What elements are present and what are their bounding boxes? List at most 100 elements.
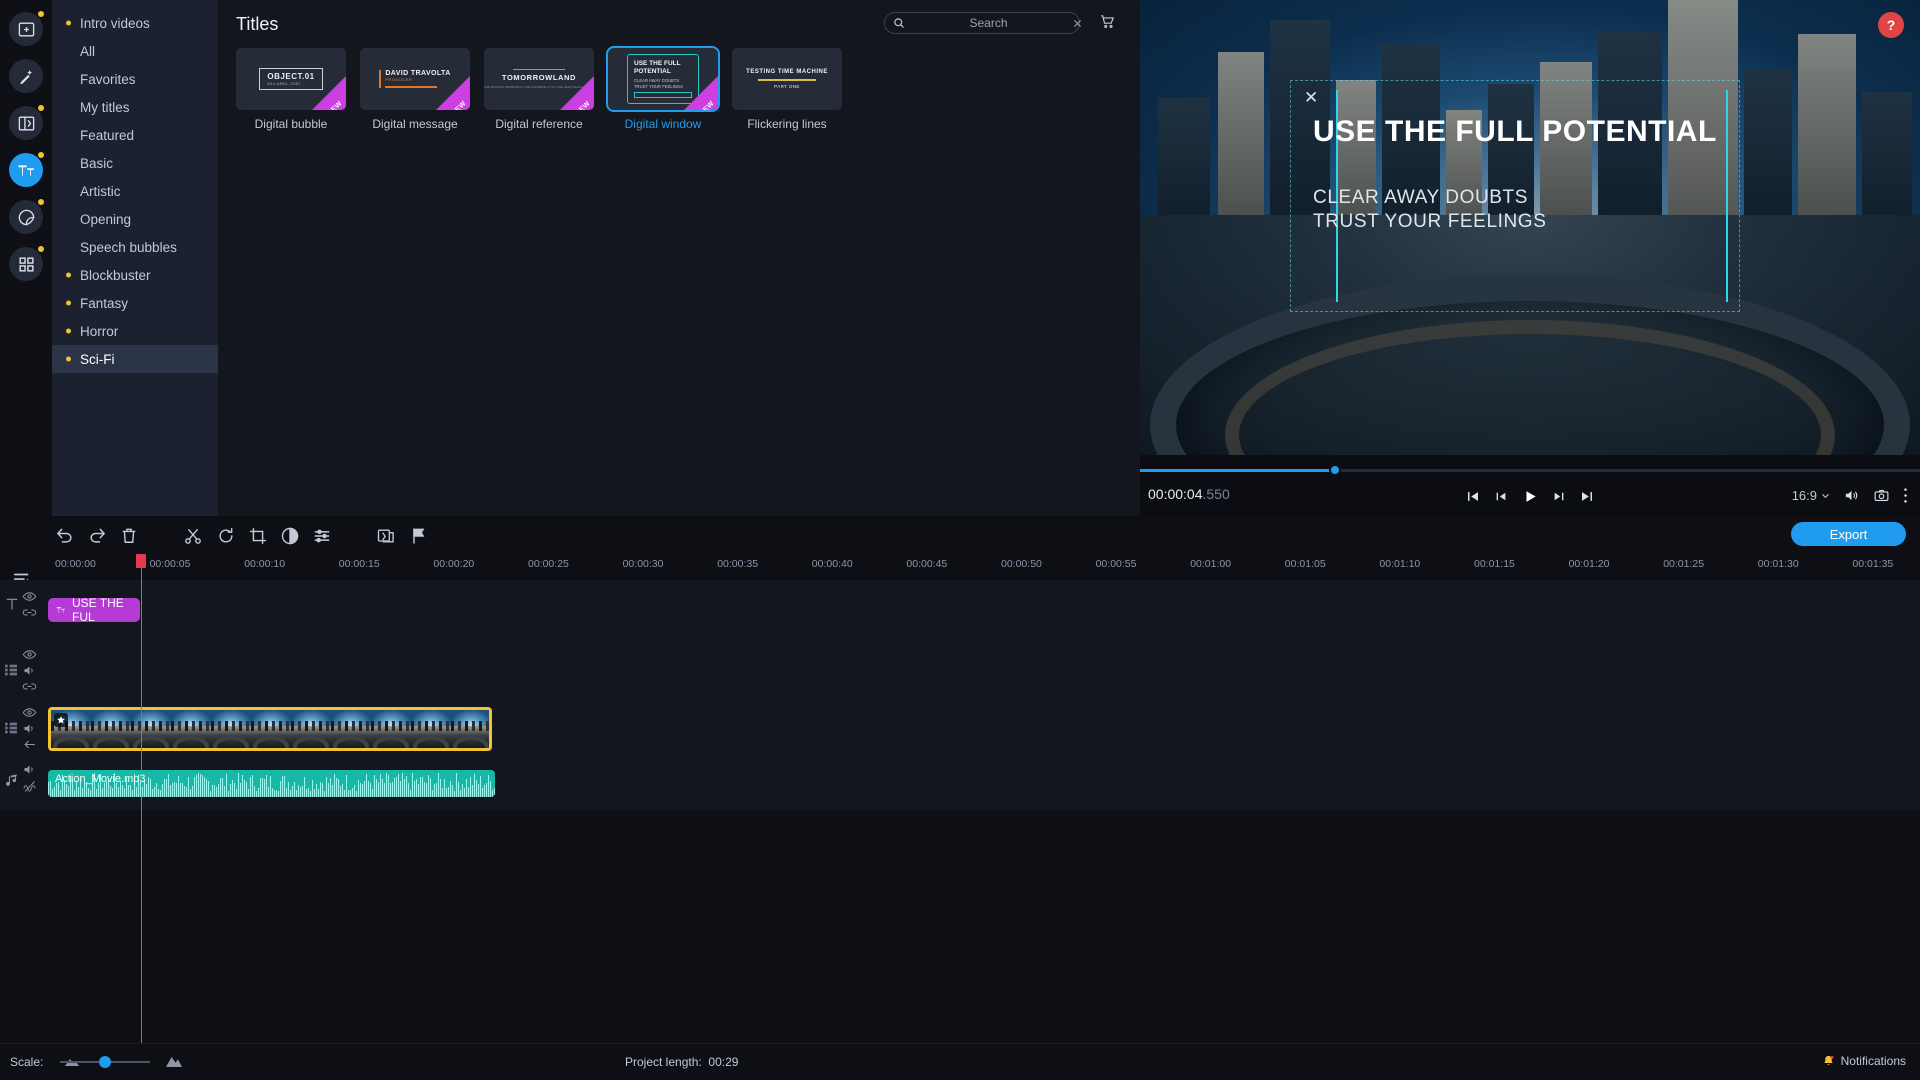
title-card[interactable]: OBJECT.01 844.ARKL-2587 NEW Digital bubble bbox=[236, 48, 346, 131]
kebab-menu-icon[interactable] bbox=[1903, 487, 1908, 504]
eye-icon[interactable] bbox=[22, 647, 37, 662]
thumb-art-line-1: USE THE FULL POTENTIAL bbox=[634, 59, 681, 75]
sliders-icon[interactable] bbox=[312, 526, 332, 546]
speaker-icon[interactable] bbox=[22, 762, 37, 777]
video-preview[interactable]: ✕ USE THE FULL POTENTIAL CLEAR AWAY DOUB… bbox=[1140, 0, 1920, 455]
rail-item-transitions[interactable] bbox=[9, 105, 44, 140]
title-thumbnail[interactable]: TESTING TIME MACHINE PART ONE bbox=[732, 48, 842, 110]
rail-item-filters[interactable] bbox=[9, 59, 43, 93]
clip-video[interactable] bbox=[48, 707, 492, 751]
speaker-icon[interactable] bbox=[22, 721, 37, 736]
title-thumbnail[interactable]: DAVID TRAVOLTA PRODUCER NEW bbox=[360, 48, 470, 110]
flag-icon[interactable] bbox=[409, 526, 429, 546]
shopping-cart-icon[interactable] bbox=[1099, 13, 1116, 30]
arrow-left-icon[interactable] bbox=[22, 737, 37, 752]
clip-audio[interactable]: Action_Movie.mp3 bbox=[48, 770, 495, 797]
crop-icon[interactable] bbox=[248, 526, 268, 546]
category-item-featured[interactable]: Featured bbox=[52, 121, 218, 149]
title-track: USE THE FUL bbox=[48, 580, 1920, 642]
title-card[interactable]: TOMORROWLAND THE BIGGEST PROBLEM IN THE U… bbox=[484, 48, 594, 131]
title-thumbnail[interactable]: TOMORROWLAND THE BIGGEST PROBLEM IN THE U… bbox=[484, 48, 594, 110]
category-item-intro-videos[interactable]: Intro videos bbox=[52, 9, 218, 37]
thumb-art-line-1: TESTING TIME MACHINE bbox=[746, 69, 828, 75]
skip-forward-icon[interactable] bbox=[1580, 489, 1595, 504]
rail-item-stickers[interactable] bbox=[9, 199, 44, 234]
eye-icon[interactable] bbox=[22, 705, 37, 720]
title-card[interactable]: USE THE FULL POTENTIAL CLEAR AWAY DOUBTS … bbox=[606, 46, 720, 131]
zoom-in-icon[interactable] bbox=[166, 1055, 182, 1068]
rotate-icon[interactable] bbox=[216, 526, 236, 546]
category-item-opening[interactable]: Opening bbox=[52, 205, 218, 233]
search-input[interactable] bbox=[911, 16, 1066, 30]
redo-icon[interactable] bbox=[87, 526, 107, 546]
overlay-track[interactable] bbox=[55, 642, 1920, 700]
title-card[interactable]: DAVID TRAVOLTA PRODUCER NEW Digital message bbox=[360, 48, 470, 131]
speaker-icon[interactable] bbox=[22, 663, 37, 678]
star-icon bbox=[54, 713, 68, 727]
link-icon[interactable] bbox=[22, 605, 37, 620]
eye-icon[interactable] bbox=[22, 589, 37, 604]
search-box[interactable] bbox=[884, 12, 1083, 34]
ruler-tick: 00:00:10 bbox=[244, 558, 286, 570]
overlay-subline-2: TRUST YOUR FEELINGS bbox=[1313, 210, 1547, 232]
video-thumbnail-frame bbox=[371, 710, 411, 748]
transition-clip-icon[interactable] bbox=[376, 526, 396, 546]
rail-item-import-media[interactable] bbox=[9, 11, 44, 46]
camera-icon[interactable] bbox=[1873, 487, 1890, 504]
category-label: Artistic bbox=[80, 183, 121, 199]
title-card[interactable]: TESTING TIME MACHINE PART ONE Flickering l… bbox=[732, 48, 842, 131]
timeline-ruler[interactable]: 00:00:00 00:00:05 00:00:10 00:00:15 00:00:20… bbox=[0, 554, 1920, 576]
aspect-ratio-selector[interactable]: 16:9 bbox=[1792, 488, 1830, 503]
current-time: 00:00:04.550 bbox=[1148, 486, 1230, 502]
link-icon[interactable] bbox=[22, 679, 37, 694]
playhead-handle[interactable] bbox=[136, 554, 147, 568]
scissors-icon[interactable] bbox=[183, 526, 203, 546]
category-label: Fantasy bbox=[80, 295, 129, 311]
tool-rail bbox=[0, 0, 52, 516]
title-thumbnail[interactable]: OBJECT.01 844.ARKL-2587 NEW bbox=[236, 48, 346, 110]
trash-icon[interactable] bbox=[119, 526, 139, 546]
category-item-artistic[interactable]: Artistic bbox=[52, 177, 218, 205]
waveform-icon[interactable] bbox=[22, 779, 37, 794]
audio-track: Action_Movie.mp3 bbox=[48, 758, 1920, 810]
timeline-toolbar: Export bbox=[0, 516, 1920, 554]
titles-browser: Titles OBJECT.01844.ARKL-2587 NEW Digital … bbox=[218, 0, 1140, 516]
clip-title-label: USE THE FUL bbox=[72, 598, 124, 622]
title-thumbnail[interactable]: USE THE FULL POTENTIAL CLEAR AWAY DOUBTS … bbox=[606, 46, 720, 112]
category-item-all[interactable]: All bbox=[52, 37, 218, 65]
help-button[interactable]: ? bbox=[1878, 12, 1904, 38]
badge-dot bbox=[38, 246, 44, 252]
playhead[interactable] bbox=[136, 554, 147, 1059]
sticker-icon bbox=[18, 209, 34, 225]
notifications-button[interactable]: Notifications bbox=[1822, 1054, 1906, 1068]
badge-dot bbox=[38, 152, 44, 158]
speaker-icon[interactable] bbox=[1843, 487, 1860, 504]
step-forward-icon[interactable] bbox=[1552, 489, 1567, 504]
clip-title[interactable]: USE THE FUL bbox=[48, 598, 140, 622]
category-item-favorites[interactable]: Favorites bbox=[52, 65, 218, 93]
category-item-sci-fi[interactable]: Sci-Fi bbox=[52, 345, 218, 373]
page-title: Titles bbox=[236, 14, 279, 34]
skip-back-icon[interactable] bbox=[1466, 489, 1481, 504]
badge-dot bbox=[38, 105, 44, 111]
category-item-fantasy[interactable]: Fantasy bbox=[52, 289, 218, 317]
close-icon[interactable] bbox=[1072, 18, 1083, 29]
undo-icon[interactable] bbox=[55, 526, 75, 546]
rail-item-more-tools[interactable] bbox=[9, 246, 44, 281]
close-icon[interactable]: ✕ bbox=[1304, 88, 1318, 108]
category-item-speech-bubbles[interactable]: Speech bubbles bbox=[52, 233, 218, 261]
ruler-tick: 00:01:00 bbox=[1190, 558, 1232, 570]
rail-item-titles[interactable] bbox=[9, 152, 44, 187]
scale-knob[interactable] bbox=[99, 1056, 111, 1068]
export-button[interactable]: Export bbox=[1791, 522, 1906, 546]
step-back-icon[interactable] bbox=[1494, 489, 1509, 504]
category-item-blockbuster[interactable]: Blockbuster bbox=[52, 261, 218, 289]
category-item-horror[interactable]: Horror bbox=[52, 317, 218, 345]
category-item-my-titles[interactable]: My titles bbox=[52, 93, 218, 121]
ruler-tick: 00:00:55 bbox=[1095, 558, 1137, 570]
contrast-icon[interactable] bbox=[280, 526, 300, 546]
category-item-basic[interactable]: Basic bbox=[52, 149, 218, 177]
transition-icon bbox=[18, 115, 34, 131]
play-icon[interactable] bbox=[1522, 488, 1539, 505]
seek-knob[interactable] bbox=[1329, 464, 1341, 476]
